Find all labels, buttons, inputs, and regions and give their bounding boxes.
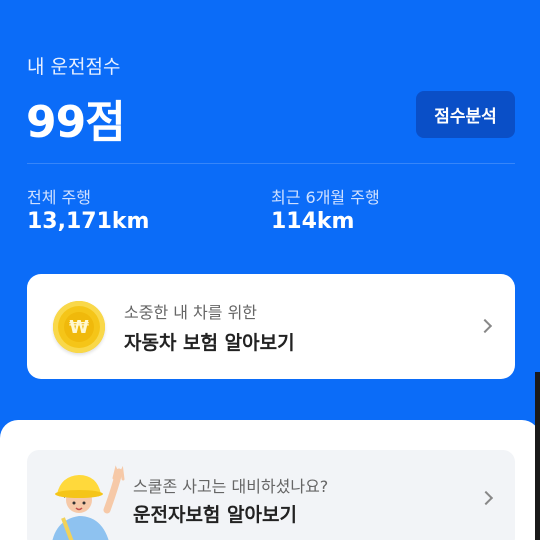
driving-score-hero: 내 운전점수 99점 점수분석 전체 주행 13,171km 최근 6개월 주행…	[0, 0, 540, 420]
score-value: 99점	[26, 97, 126, 148]
bottom-sheet: 스쿨존 사고는 대비하셨나요? 운전자보험 알아보기	[0, 420, 540, 540]
score-label: 내 운전점수	[27, 56, 121, 78]
won-coin-icon: ₩	[53, 301, 105, 353]
chevron-right-icon	[477, 318, 493, 334]
driver-insurance-subtitle: 스쿨존 사고는 대비하셨나요?	[133, 477, 329, 496]
driver-insurance-card[interactable]: 스쿨존 사고는 대비하셨나요? 운전자보험 알아보기	[27, 450, 515, 540]
waving-person-illustration	[52, 465, 125, 540]
car-insurance-subtitle: 소중한 내 차를 위한	[124, 303, 258, 322]
recent-driving-value: 114km	[271, 209, 355, 234]
car-insurance-card[interactable]: ₩ 소중한 내 차를 위한 자동차 보험 알아보기	[27, 274, 515, 379]
window-edge	[535, 372, 540, 540]
chevron-right-icon	[478, 490, 494, 506]
total-driving-value: 13,171km	[27, 209, 150, 234]
divider	[27, 163, 515, 164]
driver-insurance-title: 운전자보험 알아보기	[133, 504, 297, 526]
score-analysis-button[interactable]: 점수분석	[416, 91, 515, 138]
won-symbol: ₩	[64, 312, 94, 342]
total-driving-label: 전체 주행	[27, 188, 91, 207]
car-insurance-title: 자동차 보험 알아보기	[124, 332, 295, 354]
recent-driving-label: 최근 6개월 주행	[271, 188, 380, 207]
